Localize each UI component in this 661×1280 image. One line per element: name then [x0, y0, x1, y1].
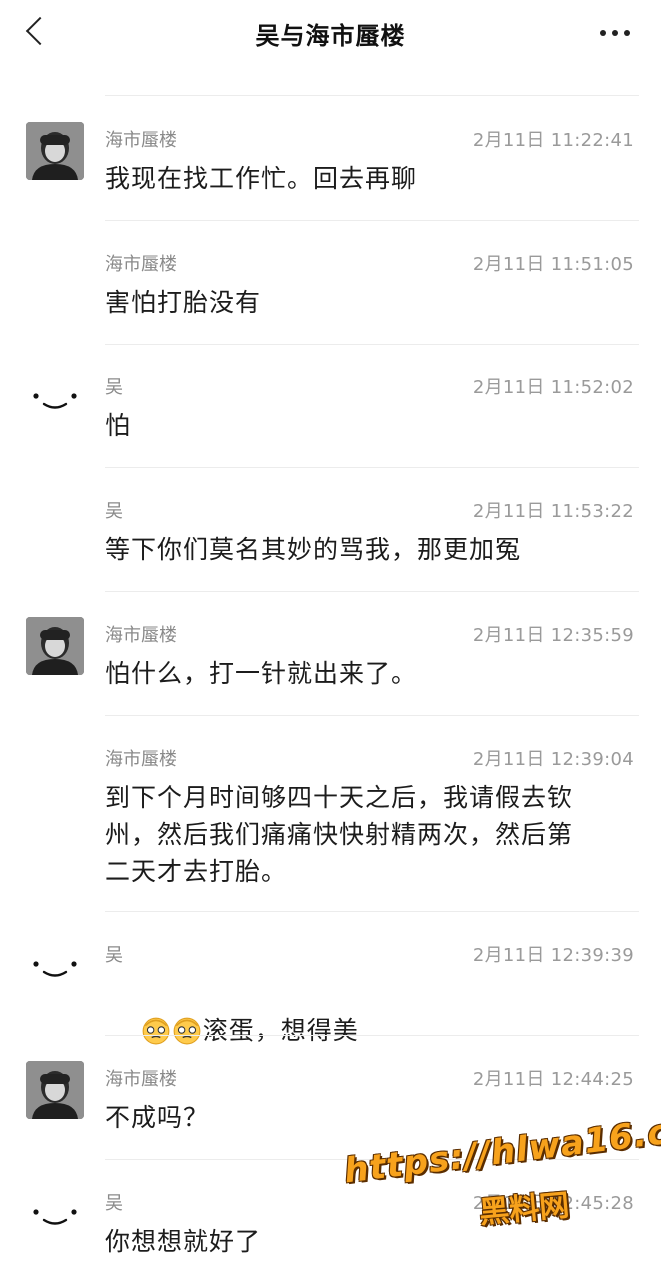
- message-divider: [105, 715, 639, 716]
- sender-name: 海市蜃楼: [105, 130, 177, 151]
- smile-face-icon[interactable]: [26, 939, 84, 997]
- message-time: 2月11日 11:52:02: [472, 377, 634, 398]
- watermark-site-name: 黑料网: [477, 1188, 571, 1231]
- message-divider: [105, 591, 639, 592]
- sender-name: 吴: [105, 945, 123, 966]
- watermark-url: https://hlwa16.com: [342, 1104, 661, 1192]
- message-time: 2月11日 12:35:59: [472, 625, 634, 646]
- message-time: 2月11日 12:39:39: [472, 945, 634, 966]
- message-text: 怕什么，打一针就出来了。: [105, 659, 418, 688]
- chat-header: 吴与海市蜃楼: [0, 0, 661, 66]
- message-divider: [105, 1035, 639, 1036]
- message-time: 2月11日 12:39:04: [472, 749, 634, 770]
- sender-name: 海市蜃楼: [105, 625, 177, 646]
- sender-name: 海市蜃楼: [105, 254, 177, 275]
- message-text: 你想想就好了: [105, 1227, 262, 1256]
- message-time: 2月11日 11:22:41: [472, 130, 634, 151]
- avatar[interactable]: [26, 122, 84, 180]
- watermark: https://hlwa16.com 黑料网: [337, 1105, 661, 1231]
- message-text: 害怕打胎没有: [105, 288, 262, 317]
- more-options-icon[interactable]: [599, 22, 633, 42]
- message-time: 2月11日 11:53:22: [472, 501, 634, 522]
- dizzy-face-emoji: [172, 1015, 202, 1045]
- message-divider: [105, 220, 639, 221]
- message-divider: [105, 344, 639, 345]
- sender-name: 吴: [105, 501, 123, 522]
- message-text: 怕: [105, 411, 132, 440]
- message-text: 等下你们莫名其妙的骂我，那更加冤: [105, 535, 522, 564]
- message-text: 我现在找工作忙。回去再聊: [105, 164, 418, 193]
- message-text: 到下个月时间够四十天之后，我请假去钦 州，然后我们痛痛快快射精两次，然后第 二天…: [105, 783, 574, 886]
- sender-name: 海市蜃楼: [105, 749, 177, 770]
- sender-name: 吴: [105, 1193, 123, 1214]
- dizzy-face-emoji: [141, 1015, 171, 1045]
- message-time: 2月11日 11:51:05: [472, 254, 634, 275]
- message-time: 2月11日 12:44:25: [472, 1069, 634, 1090]
- top-divider: [105, 95, 639, 96]
- avatar[interactable]: [26, 617, 84, 675]
- sender-name: 吴: [105, 377, 123, 398]
- avatar[interactable]: [26, 1061, 84, 1119]
- message-divider: [105, 911, 639, 912]
- sender-name: 海市蜃楼: [105, 1069, 177, 1090]
- smile-face-icon[interactable]: [26, 371, 84, 429]
- smile-face-icon[interactable]: [26, 1187, 84, 1245]
- message-text-body: 滚蛋，想得美: [202, 1016, 359, 1045]
- message-divider: [105, 467, 639, 468]
- chat-title: 吴与海市蜃楼: [255, 22, 406, 50]
